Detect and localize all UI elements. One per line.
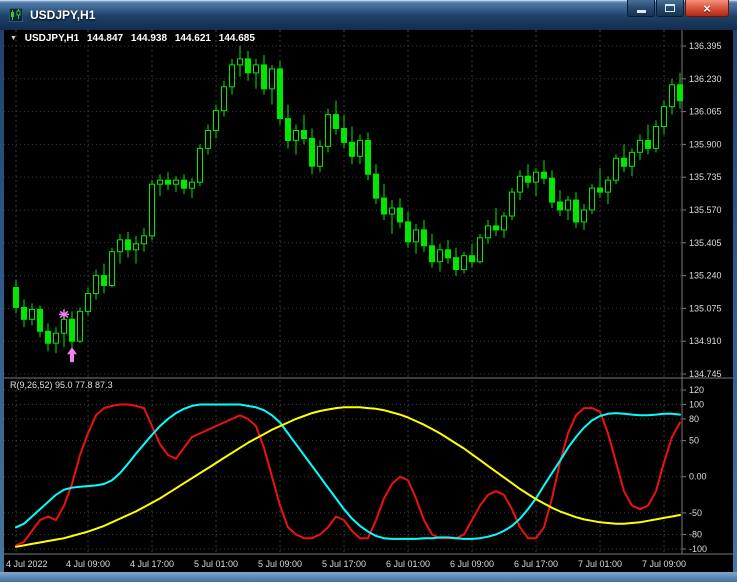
svg-text:135.240: 135.240 (689, 271, 722, 281)
ohlc-info: ▼ USDJPY,H1 144.847 144.938 144.621 144.… (10, 33, 260, 44)
svg-text:135.900: 135.900 (689, 139, 722, 149)
chart-canvas[interactable]: 136.395 136.230 136.065 135.900 135.735 135.5… (4, 30, 733, 572)
svg-text:100: 100 (689, 399, 704, 409)
time-axis: 4 Jul 2022 4 Jul 09:00 4 Jul 17:00 5 Jul 01… (6, 559, 686, 569)
svg-text:135.075: 135.075 (689, 303, 722, 313)
window-bottom-frame (0, 572, 737, 582)
price-axis: 136.395 136.230 136.065 135.900 135.735 135.5… (682, 41, 722, 379)
indicator-axis: 120 100 80 50 0.00 -50 -80 -100 (682, 385, 707, 554)
info-open: 144.847 (86, 33, 124, 44)
chart-dropdown-icon[interactable]: ▼ (10, 35, 17, 42)
svg-text:4 Jul 09:00: 4 Jul 09:00 (66, 559, 110, 569)
svg-text:5 Jul 01:00: 5 Jul 01:00 (194, 559, 238, 569)
svg-text:6 Jul 01:00: 6 Jul 01:00 (386, 559, 430, 569)
svg-text:135.405: 135.405 (689, 238, 722, 248)
indicator-lines (15, 403, 681, 548)
titlebar[interactable]: USDJPY,H1 × (0, 0, 737, 30)
svg-text:134.745: 134.745 (689, 369, 722, 379)
restore-icon (665, 4, 675, 12)
svg-text:136.230: 136.230 (689, 74, 722, 84)
svg-text:7 Jul 09:00: 7 Jul 09:00 (642, 559, 686, 569)
svg-text:80: 80 (689, 414, 699, 424)
svg-text:6 Jul 17:00: 6 Jul 17:00 (514, 559, 558, 569)
info-high: 144.938 (130, 33, 168, 44)
chart-area[interactable]: ▼ USDJPY,H1 144.847 144.938 144.621 144.… (4, 30, 733, 572)
candles (13, 46, 683, 354)
svg-text:136.395: 136.395 (689, 41, 722, 51)
svg-text:6 Jul 09:00: 6 Jul 09:00 (450, 559, 494, 569)
svg-text:4 Jul 17:00: 4 Jul 17:00 (130, 559, 174, 569)
info-close: 144.685 (218, 33, 255, 44)
svg-text:135.735: 135.735 (689, 172, 722, 182)
close-button[interactable]: × (685, 0, 729, 17)
svg-text:-50: -50 (689, 508, 702, 518)
svg-text:135.570: 135.570 (689, 205, 722, 215)
svg-text:5 Jul 17:00: 5 Jul 17:00 (322, 559, 366, 569)
restore-button[interactable] (656, 0, 684, 17)
svg-text:-100: -100 (689, 544, 707, 554)
frame-lines (4, 30, 733, 555)
svg-text:5 Jul 09:00: 5 Jul 09:00 (258, 559, 302, 569)
grid (4, 30, 682, 554)
indicator-label: R(9,26,52) 95.0 77.8 87.3 (10, 380, 113, 390)
info-low: 144.621 (174, 33, 211, 44)
svg-text:134.910: 134.910 (689, 336, 722, 346)
svg-text:4 Jul 2022: 4 Jul 2022 (6, 559, 48, 569)
close-icon: × (703, 0, 711, 16)
minimize-icon (636, 10, 646, 13)
svg-text:-80: -80 (689, 530, 702, 540)
window-controls: × (626, 0, 729, 17)
info-symbol-period: USDJPY,H1 (24, 33, 80, 44)
chart-app-icon (8, 7, 24, 23)
svg-text:120: 120 (689, 385, 704, 395)
svg-text:136.065: 136.065 (689, 107, 722, 117)
mt4-chart-window: USDJPY,H1 × ▼ USDJPY,H1 144.847 144.938 … (0, 0, 737, 582)
svg-text:0.00: 0.00 (689, 472, 707, 482)
svg-text:50: 50 (689, 436, 699, 446)
window-title: USDJPY,H1 (30, 8, 96, 22)
minimize-button[interactable] (627, 0, 655, 17)
svg-text:7 Jul 01:00: 7 Jul 01:00 (578, 559, 622, 569)
